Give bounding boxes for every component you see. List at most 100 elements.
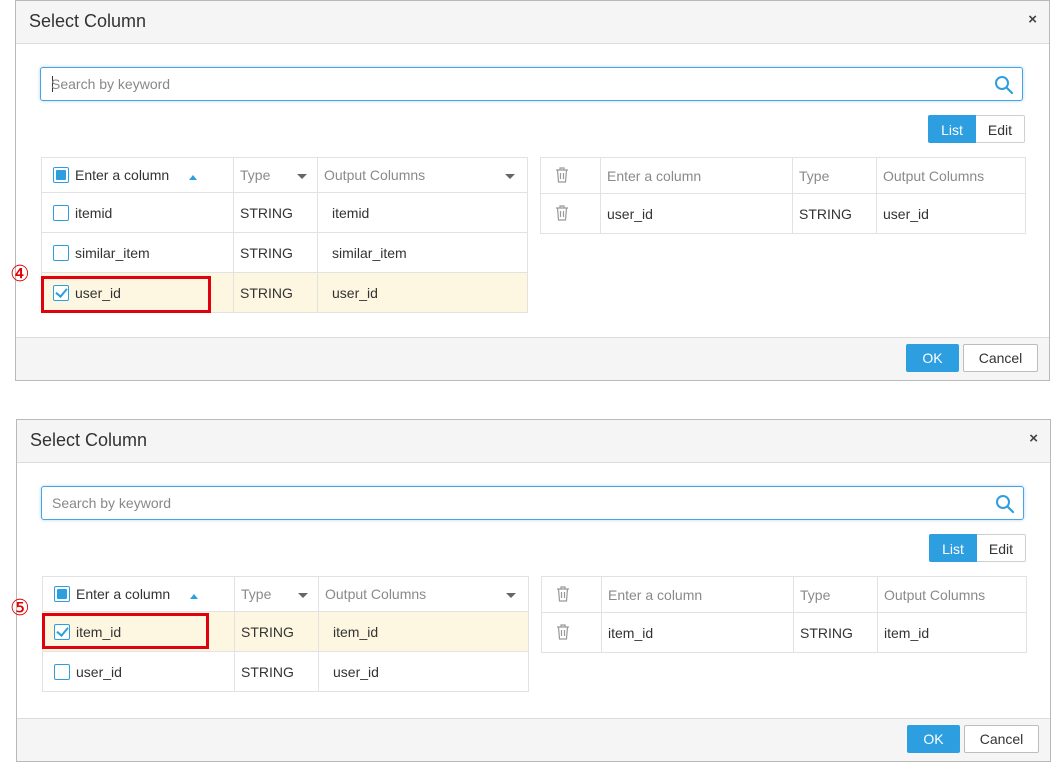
search-input[interactable] (51, 74, 981, 94)
select-column-dialog-2: Select Column × List Edit Enter a column… (16, 419, 1051, 762)
column-name: similar_item (75, 244, 150, 261)
dialog-footer: OK Cancel (17, 718, 1050, 761)
row-delete-cell[interactable] (540, 193, 601, 234)
output-column: item_id (333, 623, 379, 640)
column-name: itemid (75, 204, 113, 221)
table-header-row: Enter a column Type Output Columns (541, 576, 1027, 613)
header-column-name[interactable]: Enter a column (42, 576, 235, 612)
row-checkbox[interactable] (54, 663, 70, 680)
dialog-title: Select Column (29, 11, 147, 31)
column-name: user_id (600, 193, 793, 234)
view-toggle: List Edit (929, 534, 1026, 562)
table-header-row: Enter a column Type Output Columns (41, 157, 528, 193)
dialog-title: Select Column (30, 430, 148, 450)
header-column-name[interactable]: Enter a column (41, 157, 234, 193)
column-type: STRING (240, 244, 293, 261)
cancel-button[interactable]: Cancel (964, 725, 1039, 753)
table-row[interactable]: similar_item STRING similar_item (41, 232, 528, 273)
column-name: user_id (75, 284, 121, 301)
close-icon[interactable]: × (1029, 430, 1038, 447)
row-type-cell: STRING (234, 651, 319, 692)
select-all-checkbox[interactable] (54, 586, 70, 602)
cancel-button[interactable]: Cancel (963, 344, 1038, 372)
table-row: item_id STRING item_id (541, 612, 1027, 653)
table-header-row: Enter a column Type Output Columns (42, 576, 529, 612)
header-type[interactable]: Type (233, 157, 318, 193)
row-delete-cell[interactable] (541, 612, 602, 653)
search-icon[interactable] (995, 494, 1015, 514)
column-type: STRING (792, 193, 877, 234)
trash-icon[interactable] (555, 205, 569, 221)
row-name-cell[interactable]: itemid (41, 192, 234, 233)
row-name-cell[interactable]: similar_item (41, 232, 234, 273)
select-column-dialog-1: Select Column × List Edit Enter a column… (15, 0, 1050, 381)
row-name-cell[interactable]: item_id (42, 611, 235, 652)
ok-button[interactable]: OK (906, 344, 959, 372)
available-columns-table: Enter a column Type Output Columns itemi… (41, 157, 528, 313)
step-marker-5: ⑤ (10, 595, 30, 620)
trash-icon (556, 167, 568, 183)
table-header-row: Enter a column Type Output Columns (540, 157, 1026, 194)
row-checkbox-checked[interactable] (54, 623, 70, 640)
available-columns-table: Enter a column Type Output Columns item_… (42, 576, 529, 692)
select-all-checkbox[interactable] (53, 167, 69, 183)
column-type: STRING (241, 663, 294, 680)
column-name: user_id (76, 663, 122, 680)
dialog-header: Select Column × (16, 1, 1049, 44)
row-type-cell: STRING (233, 192, 318, 233)
row-output-cell[interactable]: itemid (317, 192, 528, 233)
sort-ascending-icon[interactable] (190, 594, 199, 599)
trash-icon (557, 586, 569, 602)
list-view-button[interactable]: List (929, 534, 977, 562)
header-delete (540, 157, 601, 194)
search-field[interactable] (40, 67, 1023, 101)
chevron-down-icon[interactable] (298, 593, 308, 598)
search-icon[interactable] (994, 75, 1014, 95)
list-view-button[interactable]: List (928, 115, 976, 143)
header-column-name-label: Enter a column (75, 167, 170, 183)
header-delete (541, 576, 602, 613)
row-checkbox[interactable] (53, 204, 69, 221)
row-output-cell[interactable]: similar_item (317, 232, 528, 273)
table-row-selected[interactable]: user_id STRING user_id (41, 272, 528, 313)
table-row[interactable]: user_id STRING user_id (42, 651, 529, 692)
table-row-selected[interactable]: item_id STRING item_id (42, 611, 529, 652)
output-column: itemid (332, 204, 370, 221)
trash-icon[interactable] (556, 624, 570, 640)
header-output-columns: Output Columns (876, 157, 1026, 194)
step-marker-4: ④ (10, 261, 30, 286)
header-output-columns[interactable]: Output Columns (318, 576, 529, 612)
view-toggle: List Edit (928, 115, 1025, 143)
row-type-cell: STRING (233, 232, 318, 273)
row-output-cell[interactable]: item_id (318, 611, 529, 652)
table-row[interactable]: itemid STRING itemid (41, 192, 528, 233)
edit-view-button[interactable]: Edit (976, 534, 1026, 562)
header-column-name-label: Enter a column (76, 586, 171, 602)
output-column: user_id (333, 663, 379, 680)
table-row: user_id STRING user_id (540, 193, 1026, 234)
search-field[interactable] (41, 486, 1024, 520)
chevron-down-icon[interactable] (506, 593, 516, 598)
dialog-header: Select Column × (17, 420, 1050, 463)
chevron-down-icon[interactable] (297, 174, 307, 179)
header-output-label: Output Columns (325, 586, 427, 602)
row-output-cell[interactable]: user_id (318, 651, 529, 692)
header-type[interactable]: Type (234, 576, 319, 612)
row-name-cell[interactable]: user_id (41, 272, 234, 313)
dialog-footer: OK Cancel (16, 337, 1049, 380)
ok-button[interactable]: OK (907, 725, 960, 753)
row-output-cell[interactable]: user_id (317, 272, 528, 313)
row-name-cell[interactable]: user_id (42, 651, 235, 692)
sort-ascending-icon[interactable] (189, 175, 198, 180)
search-input[interactable] (52, 493, 982, 513)
column-type: STRING (793, 612, 878, 653)
header-output-columns[interactable]: Output Columns (317, 157, 528, 193)
row-checkbox-checked[interactable] (53, 284, 69, 301)
column-type: STRING (240, 284, 293, 301)
output-column: item_id (877, 612, 1027, 653)
chevron-down-icon[interactable] (505, 174, 515, 179)
close-icon[interactable]: × (1028, 11, 1037, 28)
header-type: Type (792, 157, 877, 194)
edit-view-button[interactable]: Edit (975, 115, 1025, 143)
row-checkbox[interactable] (53, 244, 69, 261)
